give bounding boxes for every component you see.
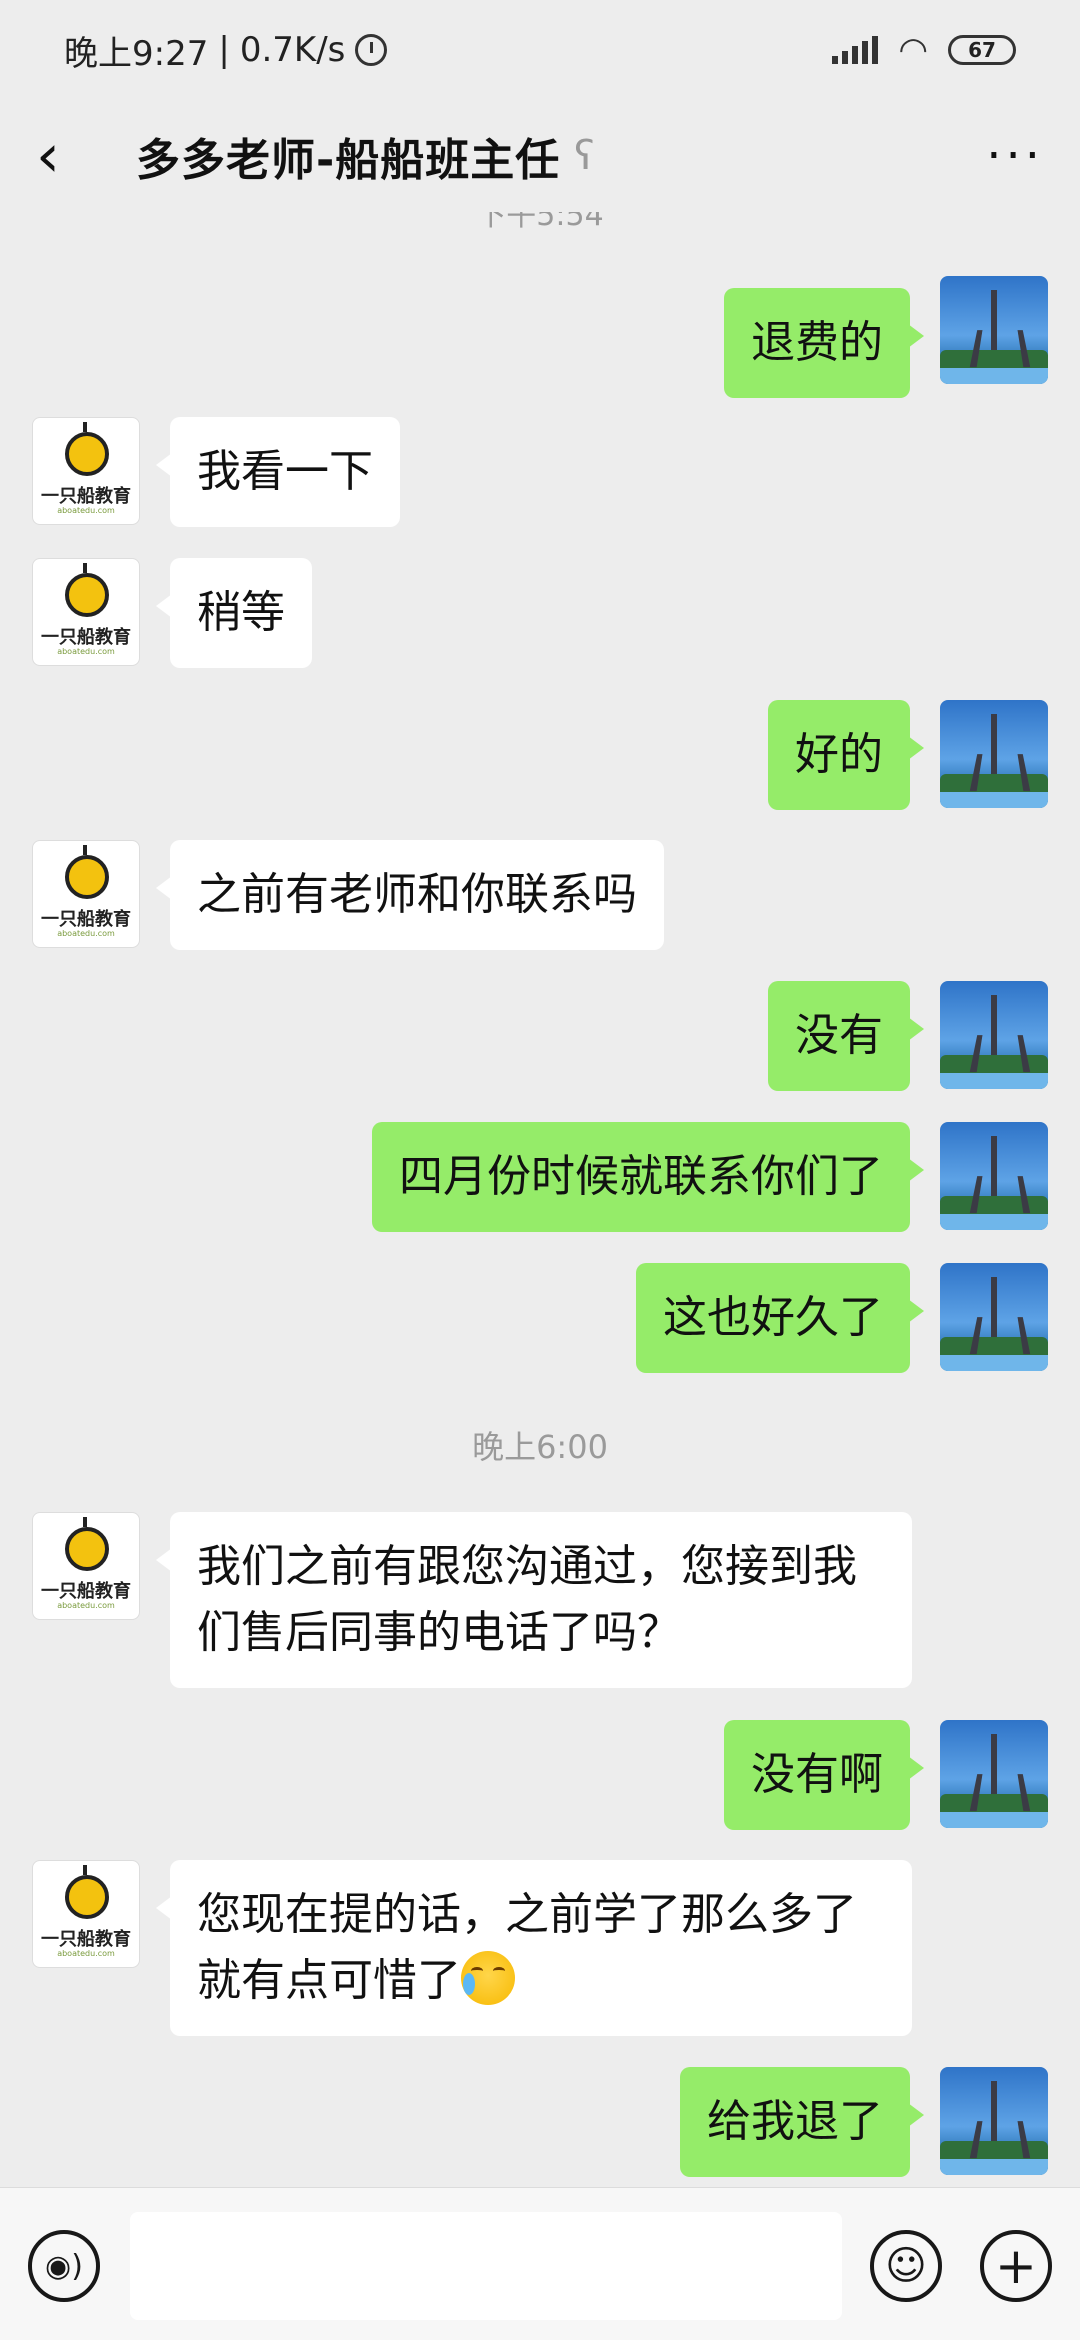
my-message-bubble[interactable]: 好的 bbox=[768, 700, 924, 810]
logo-url: aboatedu.com bbox=[57, 1949, 115, 1958]
ear-icon: ʕ bbox=[574, 133, 595, 179]
their-message-bubble[interactable]: 稍等 bbox=[156, 558, 312, 668]
status-divider: | bbox=[218, 30, 230, 70]
teacher-avatar[interactable]: 一只船教育 aboatedu.com bbox=[32, 840, 140, 948]
logo-text: 一只船教育 bbox=[41, 627, 131, 648]
voice-input-icon[interactable]: ◉) bbox=[28, 2230, 100, 2302]
teacher-avatar[interactable]: 一只船教育 aboatedu.com bbox=[32, 558, 140, 666]
message-input[interactable] bbox=[130, 2212, 842, 2320]
user-avatar[interactable] bbox=[940, 1122, 1048, 1230]
my-message-bubble[interactable]: 退费的 bbox=[724, 288, 924, 398]
user-avatar[interactable] bbox=[940, 981, 1048, 1089]
user-avatar[interactable] bbox=[940, 276, 1048, 384]
alarm-icon bbox=[355, 34, 388, 66]
their-message-bubble[interactable]: 您现在提的话，之前学了那么多了就有点可惜了 bbox=[156, 1860, 912, 2036]
logo-url: aboatedu.com bbox=[57, 506, 115, 515]
user-avatar[interactable] bbox=[940, 700, 1048, 808]
battery-level: 67 bbox=[968, 38, 996, 62]
user-avatar[interactable] bbox=[940, 1720, 1048, 1828]
emoji-icon[interactable]: ☺ bbox=[870, 2230, 942, 2302]
signal-icon bbox=[832, 36, 879, 64]
wifi-icon: ◠ bbox=[898, 30, 928, 70]
timestamp: 下午5:54 bbox=[476, 212, 604, 233]
status-time: 晚上9:27 bbox=[64, 33, 209, 74]
more-icon[interactable]: ··· bbox=[986, 128, 1044, 184]
teacher-avatar[interactable]: 一只船教育 aboatedu.com bbox=[32, 417, 140, 525]
their-message-bubble[interactable]: 我看一下 bbox=[156, 417, 400, 527]
user-avatar[interactable] bbox=[940, 2067, 1048, 2175]
their-message-bubble[interactable]: 之前有老师和你联系吗 bbox=[156, 840, 664, 950]
logo-url: aboatedu.com bbox=[57, 647, 115, 656]
logo-text: 一只船教育 bbox=[41, 486, 131, 507]
back-icon[interactable]: ‹ bbox=[36, 126, 96, 186]
logo-url: aboatedu.com bbox=[57, 1601, 115, 1610]
my-message-bubble[interactable]: 四月份时候就联系你们了 bbox=[372, 1122, 924, 1232]
user-avatar[interactable] bbox=[940, 1263, 1048, 1371]
logo-text: 一只船教育 bbox=[41, 1581, 131, 1602]
chat-header: ‹ 多多老师-船船班主任 ʕ ··· bbox=[0, 100, 1080, 212]
their-message-bubble[interactable]: 我们之前有跟您沟通过，您接到我们售后同事的电话了吗？ bbox=[156, 1512, 912, 1688]
bulb-logo-icon bbox=[65, 1517, 109, 1571]
plus-icon[interactable]: + bbox=[980, 2230, 1052, 2302]
input-bar: ◉) ☺ + bbox=[0, 2187, 1080, 2340]
bulb-logo-icon bbox=[65, 563, 109, 617]
bulb-logo-icon bbox=[65, 422, 109, 476]
teacher-avatar[interactable]: 一只船教育 aboatedu.com bbox=[32, 1512, 140, 1620]
network-speed: 0.7K/s bbox=[239, 30, 346, 70]
logo-text: 一只船教育 bbox=[41, 1929, 131, 1950]
crying-laughing-emoji-icon bbox=[461, 1951, 515, 2005]
battery-icon: 67 bbox=[948, 35, 1016, 65]
timestamp: 晚上6:00 bbox=[472, 1428, 608, 1466]
status-bar: 晚上9:27 | 0.7K/s ◠ 67 bbox=[0, 0, 1080, 100]
bulb-logo-icon bbox=[65, 1865, 109, 1919]
my-message-bubble[interactable]: 这也好久了 bbox=[636, 1263, 924, 1373]
chat-title: 多多老师-船船班主任 bbox=[136, 135, 561, 186]
my-message-bubble[interactable]: 给我退了 bbox=[680, 2067, 924, 2177]
bulb-logo-icon bbox=[65, 845, 109, 899]
my-message-bubble[interactable]: 没有 bbox=[768, 981, 924, 1091]
logo-url: aboatedu.com bbox=[57, 929, 115, 938]
teacher-avatar[interactable]: 一只船教育 aboatedu.com bbox=[32, 1860, 140, 1968]
message-text: 您现在提的话，之前学了那么多了就有点可惜了 bbox=[197, 1889, 857, 2006]
message-list[interactable]: 下午5:54 退费的 一只船教育 aboatedu.com 我看一下 一只船教育… bbox=[0, 212, 1080, 2187]
logo-text: 一只船教育 bbox=[41, 909, 131, 930]
status-right: ◠ 67 bbox=[832, 30, 1016, 70]
status-left: 晚上9:27 | 0.7K/s bbox=[64, 26, 388, 75]
my-message-bubble[interactable]: 没有啊 bbox=[724, 1720, 924, 1830]
